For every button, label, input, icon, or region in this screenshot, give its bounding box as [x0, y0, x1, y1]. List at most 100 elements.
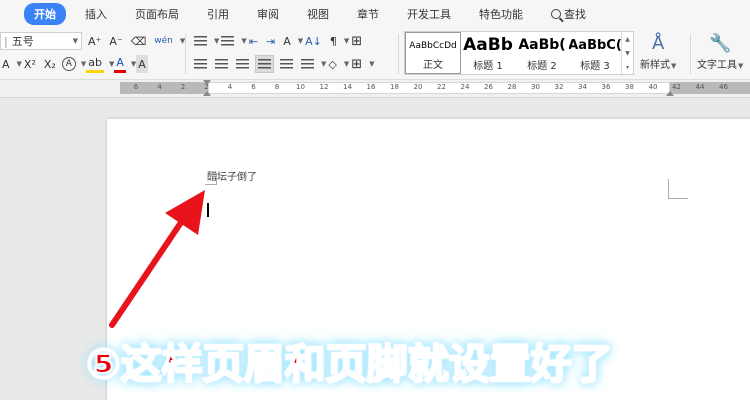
- align-left-icon[interactable]: [192, 55, 209, 73]
- ruler-margin-right: [670, 82, 750, 94]
- style-preview: AaBbCcDd: [409, 41, 457, 51]
- ruler-tick-label: 30: [531, 83, 540, 91]
- line-spacing-icon[interactable]: [299, 55, 316, 73]
- ruler-tick-label: 16: [366, 83, 376, 91]
- ruler-tick-label: 24: [460, 83, 470, 91]
- subscript-button[interactable]: X₂: [42, 55, 58, 73]
- align-right-icon[interactable]: [234, 55, 251, 73]
- character-shading-button[interactable]: A: [136, 55, 148, 73]
- char-scale-icon[interactable]: A: [281, 32, 293, 50]
- tab-review[interactable]: 审阅: [248, 3, 288, 25]
- ruler-tick-label: 2: [180, 83, 186, 91]
- ruler-tick-label: 40: [648, 83, 658, 91]
- horizontal-ruler[interactable]: 6 4 2 2 4 6 8 10 12 14 16 18 20 22 24 26 28 30 32 34 36 38 40 4…: [0, 80, 750, 98]
- distribute-icon[interactable]: [278, 55, 295, 73]
- justify-icon[interactable]: [255, 55, 274, 73]
- numbering-icon[interactable]: [219, 32, 236, 50]
- ruler-tick-label: 44: [695, 83, 705, 91]
- crop-mark: [668, 179, 688, 199]
- search-icon: [551, 9, 561, 19]
- chevron-down-icon[interactable]: ▼: [369, 60, 374, 68]
- text-cursor: [207, 203, 209, 217]
- ruler-tick-label: 22: [437, 83, 446, 91]
- tab-section[interactable]: 章节: [348, 3, 388, 25]
- ruler-tick-label: 4: [227, 83, 233, 91]
- style-name: 标题 2: [527, 61, 557, 72]
- tab-page-layout[interactable]: 页面布局: [126, 3, 188, 25]
- style-preview: AaBb(: [518, 37, 566, 53]
- left-indent-marker[interactable]: [203, 91, 211, 96]
- ruler-tick-label: 34: [578, 83, 587, 91]
- grow-font-button[interactable]: A⁺: [86, 32, 103, 50]
- align-center-icon[interactable]: [213, 55, 230, 73]
- phonetic-guide-button[interactable]: wén: [152, 32, 175, 50]
- ruler-tick-label: 6: [251, 83, 256, 91]
- search-label: 查找: [564, 8, 586, 21]
- ruler-tick-label: 4: [157, 83, 162, 91]
- ribbon: | 五号 ▼ A⁺ A⁻ ⌫ wén ▼ A ▼ X² X₂ A ▼ ab ▼ …: [0, 28, 750, 80]
- ruler-tick-label: 42: [672, 83, 681, 91]
- font-size-combo[interactable]: | 五号 ▼: [0, 32, 82, 50]
- shading-icon[interactable]: ◇: [326, 55, 338, 73]
- increase-indent-icon[interactable]: ⇥: [264, 32, 277, 50]
- eraser-icon[interactable]: ⌫: [129, 32, 149, 50]
- sort-button[interactable]: A↓: [303, 32, 324, 50]
- bullets-icon[interactable]: [192, 32, 209, 50]
- ribbon-divider: [398, 34, 399, 74]
- style-heading-2[interactable]: AaBb( 标题 2: [515, 32, 569, 74]
- chevron-down-icon: ▼: [72, 37, 78, 45]
- right-indent-marker[interactable]: [666, 91, 674, 96]
- tab-view[interactable]: 视图: [298, 3, 338, 25]
- annotation-caption: ⑤这样页眉和页脚就设置好了: [85, 339, 614, 389]
- ribbon-divider: [185, 34, 186, 74]
- style-preview: AaBbC(: [569, 38, 621, 53]
- highlight-button[interactable]: ab: [86, 55, 104, 73]
- font-size-value: 五号: [11, 35, 34, 48]
- tab-references[interactable]: 引用: [198, 3, 238, 25]
- style-preview: AaBb: [463, 35, 513, 55]
- tab-home[interactable]: 开始: [24, 3, 66, 25]
- style-heading-3[interactable]: AaBbC( 标题 3: [569, 32, 621, 74]
- ruler-tick-label: 32: [554, 83, 564, 91]
- gallery-scroll[interactable]: ▲ ▼ ▾: [621, 32, 633, 74]
- style-gallery: AaBbCcDd 正文 AaBb 标题 1 AaBb( 标题 2 AaBbC( …: [404, 31, 634, 75]
- style-name: 标题 3: [580, 61, 610, 72]
- ruler-tick-label: 26: [484, 83, 493, 91]
- ruler-tick-label: 12: [319, 83, 329, 91]
- ruler-tick-label: 8: [274, 83, 280, 91]
- ruler-tick-label: 10: [296, 83, 305, 91]
- ruler-tick-label: 46: [719, 83, 728, 91]
- ruler-tick-label: 18: [390, 83, 399, 91]
- wrench-icon: 🔧: [708, 33, 732, 54]
- ruler-tick-label: 14: [343, 83, 352, 91]
- show-marks-button[interactable]: ¶: [328, 32, 339, 50]
- borders-icon[interactable]: ⊞: [349, 55, 364, 73]
- font-color-button[interactable]: A: [114, 55, 126, 73]
- ruler-tick-label: 20: [413, 83, 423, 91]
- decrease-indent-icon[interactable]: ⇤: [247, 32, 260, 50]
- text-effect-button[interactable]: A: [61, 57, 76, 71]
- chevron-up-icon[interactable]: ▲: [625, 36, 630, 43]
- ruler-tick-label: 36: [601, 83, 611, 91]
- search-button[interactable]: 查找: [542, 3, 595, 25]
- style-name: 标题 1: [473, 61, 503, 72]
- chevron-down-icon[interactable]: ▼: [625, 50, 630, 57]
- table-icon[interactable]: ⊞: [349, 32, 364, 50]
- tab-developer[interactable]: 开发工具: [398, 3, 460, 25]
- superscript-button[interactable]: X²: [22, 55, 38, 73]
- style-normal[interactable]: AaBbCcDd 正文: [405, 32, 461, 74]
- tab-features[interactable]: 特色功能: [470, 3, 532, 25]
- new-style-button[interactable]: Å 新样式▼: [640, 32, 676, 71]
- menu-bar: 开始 插入 页面布局 引用 审阅 视图 章节 开发工具 特色功能 查找: [0, 0, 750, 28]
- text-tools-label: 文字工具: [697, 60, 737, 71]
- style-heading-1[interactable]: AaBb 标题 1: [461, 32, 515, 74]
- style-name: 正文: [423, 60, 443, 71]
- ruler-tick-label: 6: [133, 83, 139, 91]
- shrink-font-button[interactable]: A⁻: [107, 32, 124, 50]
- strikethrough-icon[interactable]: A: [0, 55, 12, 73]
- tab-insert[interactable]: 插入: [76, 3, 116, 25]
- new-style-icon: Å: [652, 33, 665, 54]
- first-line-indent-marker[interactable]: [203, 80, 211, 85]
- text-tools-button[interactable]: 🔧 文字工具▼: [697, 32, 743, 71]
- expand-icon[interactable]: ▾: [626, 64, 629, 71]
